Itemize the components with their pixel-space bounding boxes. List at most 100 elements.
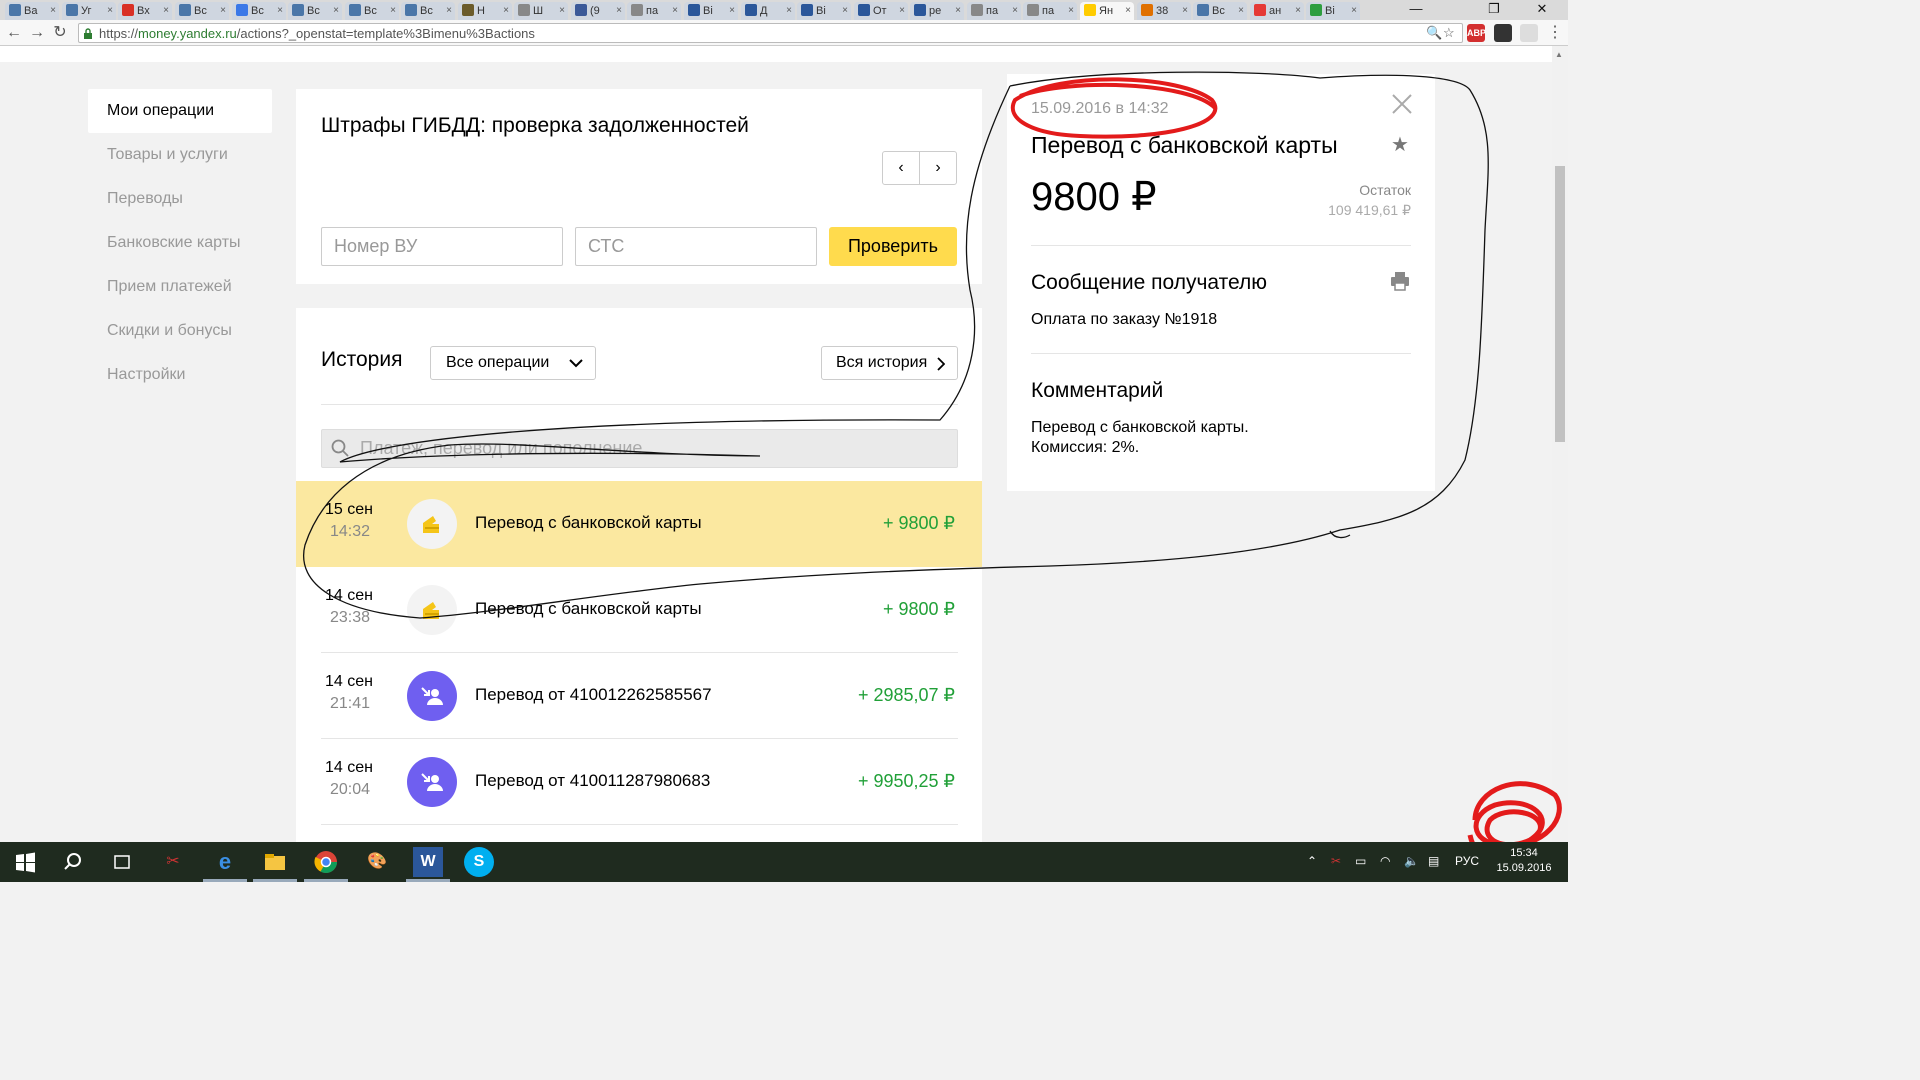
- browser-tab[interactable]: Вс ×: [401, 2, 455, 20]
- browser-tab[interactable]: Уг ×: [62, 2, 116, 20]
- scrollbar-thumb[interactable]: [1555, 166, 1565, 442]
- browser-tab[interactable]: Ві ×: [1306, 2, 1360, 20]
- browser-tab[interactable]: Д ×: [741, 2, 795, 20]
- edge-icon[interactable]: e: [210, 847, 240, 877]
- browser-tab[interactable]: Вс ×: [175, 2, 229, 20]
- print-icon[interactable]: [1390, 271, 1410, 291]
- browser-tab[interactable]: Н ×: [458, 2, 512, 20]
- browser-tab[interactable]: па ×: [1023, 2, 1077, 20]
- paint-icon[interactable]: 🎨: [362, 847, 392, 877]
- browser-tab[interactable]: Ян ×: [1080, 2, 1134, 20]
- zoom-icon[interactable]: 🔍: [1426, 25, 1442, 41]
- browser-tab[interactable]: Ві ×: [797, 2, 851, 20]
- sidebar-item[interactable]: Мои операции: [88, 89, 272, 133]
- tab-close-icon[interactable]: ×: [616, 2, 622, 20]
- prev-arrow-button[interactable]: ‹: [882, 151, 920, 185]
- operation-row[interactable]: 14 сен 21:41 Перевод от 410012262585567 + 2…: [296, 653, 982, 739]
- page-scrollbar[interactable]: ▲: [1552, 46, 1568, 842]
- browser-tab[interactable]: Вс ×: [345, 2, 399, 20]
- tab-close-icon[interactable]: ×: [1125, 2, 1131, 20]
- browser-tab[interactable]: па ×: [967, 2, 1021, 20]
- browser-tab[interactable]: Вс ×: [232, 2, 286, 20]
- wifi-icon[interactable]: ◠: [1380, 854, 1390, 868]
- browser-tab[interactable]: От ×: [854, 2, 908, 20]
- tab-close-icon[interactable]: ×: [842, 2, 848, 20]
- sts-input[interactable]: СТС: [575, 227, 817, 266]
- browser-tab[interactable]: Вс ×: [1193, 2, 1247, 20]
- clock[interactable]: 15:34 15.09.2016: [1494, 846, 1554, 876]
- tray-expand-icon[interactable]: ⌃: [1307, 854, 1317, 868]
- tab-close-icon[interactable]: ×: [1295, 2, 1301, 20]
- menu-icon[interactable]: ⋮: [1545, 23, 1565, 43]
- tab-close-icon[interactable]: ×: [899, 2, 905, 20]
- tab-close-icon[interactable]: ×: [786, 2, 792, 20]
- tab-close-icon[interactable]: ×: [1351, 2, 1357, 20]
- tab-close-icon[interactable]: ×: [277, 2, 283, 20]
- notifications-icon[interactable]: ▤: [1428, 854, 1439, 868]
- extension-icon[interactable]: [1494, 24, 1512, 42]
- file-explorer-icon[interactable]: [260, 847, 290, 877]
- app-icon[interactable]: ✂: [158, 847, 188, 877]
- tab-close-icon[interactable]: ×: [107, 2, 113, 20]
- task-view-icon[interactable]: [107, 847, 137, 877]
- tab-close-icon[interactable]: ×: [333, 2, 339, 20]
- next-arrow-button[interactable]: ›: [919, 151, 957, 185]
- extension-icon-2[interactable]: [1520, 24, 1538, 42]
- scroll-up-icon[interactable]: ▲: [1555, 50, 1563, 59]
- adblock-extension-icon[interactable]: ABP: [1467, 24, 1486, 42]
- minimize-button[interactable]: —: [1396, 0, 1436, 20]
- sidebar-item[interactable]: Банковские карты: [88, 221, 272, 265]
- sidebar-item[interactable]: Настройки: [88, 353, 272, 397]
- close-icon[interactable]: [1391, 93, 1413, 115]
- word-icon[interactable]: W: [413, 847, 443, 877]
- tab-close-icon[interactable]: ×: [390, 2, 396, 20]
- browser-tab[interactable]: Ш ×: [514, 2, 568, 20]
- volume-icon[interactable]: 🔈: [1404, 854, 1419, 868]
- browser-tab[interactable]: па ×: [627, 2, 681, 20]
- tab-close-icon[interactable]: ×: [503, 2, 509, 20]
- sidebar-item[interactable]: Прием платежей: [88, 265, 272, 309]
- tray-app-icon[interactable]: ✂: [1331, 854, 1341, 868]
- battery-icon[interactable]: ▭: [1355, 854, 1366, 868]
- restore-button[interactable]: ❐: [1474, 0, 1514, 20]
- browser-tab[interactable]: (9 ×: [571, 2, 625, 20]
- address-bar[interactable]: https://money.yandex.ru/actions?_opensta…: [78, 23, 1463, 43]
- tab-close-icon[interactable]: ×: [1238, 2, 1244, 20]
- operations-filter-select[interactable]: Все операции: [430, 346, 596, 380]
- browser-tab[interactable]: Ві ×: [684, 2, 738, 20]
- forward-icon[interactable]: →: [27, 23, 47, 43]
- operation-row[interactable]: 14 сен 20:04 Перевод от 410011287980683 + 9…: [296, 739, 982, 825]
- sidebar-item[interactable]: Переводы: [88, 177, 272, 221]
- chrome-icon[interactable]: [311, 847, 341, 877]
- browser-tab[interactable]: ре ×: [910, 2, 964, 20]
- tab-close-icon[interactable]: ×: [1068, 2, 1074, 20]
- star-icon[interactable]: ★: [1391, 132, 1409, 157]
- search-icon[interactable]: [58, 847, 88, 877]
- operation-row[interactable]: 14 сен 23:38 Перевод с банковской карты + 9…: [296, 567, 982, 653]
- tab-close-icon[interactable]: ×: [446, 2, 452, 20]
- back-icon[interactable]: ←: [4, 23, 24, 43]
- reload-icon[interactable]: ↻: [50, 23, 70, 43]
- tab-close-icon[interactable]: ×: [672, 2, 678, 20]
- browser-tab[interactable]: Вс ×: [288, 2, 342, 20]
- tab-close-icon[interactable]: ×: [729, 2, 735, 20]
- tab-close-icon[interactable]: ×: [1012, 2, 1018, 20]
- sidebar-item[interactable]: Скидки и бонусы: [88, 309, 272, 353]
- history-search-input[interactable]: Платеж, перевод или пополнение: [321, 429, 958, 468]
- tab-close-icon[interactable]: ×: [955, 2, 961, 20]
- browser-tab[interactable]: 38 ×: [1137, 2, 1191, 20]
- skype-icon[interactable]: S: [464, 847, 494, 877]
- sidebar-item[interactable]: Товары и услуги: [88, 133, 272, 177]
- browser-tab[interactable]: Вх ×: [118, 2, 172, 20]
- browser-tab[interactable]: ан ×: [1250, 2, 1304, 20]
- check-button[interactable]: Проверить: [829, 227, 957, 266]
- browser-tab[interactable]: Ва ×: [5, 2, 59, 20]
- tab-close-icon[interactable]: ×: [163, 2, 169, 20]
- tab-close-icon[interactable]: ×: [50, 2, 56, 20]
- all-history-button[interactable]: Вся история: [821, 346, 958, 380]
- operation-row[interactable]: 15 сен 14:32 Перевод с банковской карты + 9…: [296, 481, 982, 567]
- close-window-button[interactable]: ✕: [1522, 0, 1562, 20]
- tab-close-icon[interactable]: ×: [559, 2, 565, 20]
- tab-close-icon[interactable]: ×: [1182, 2, 1188, 20]
- bookmark-star-icon[interactable]: ☆: [1443, 25, 1455, 41]
